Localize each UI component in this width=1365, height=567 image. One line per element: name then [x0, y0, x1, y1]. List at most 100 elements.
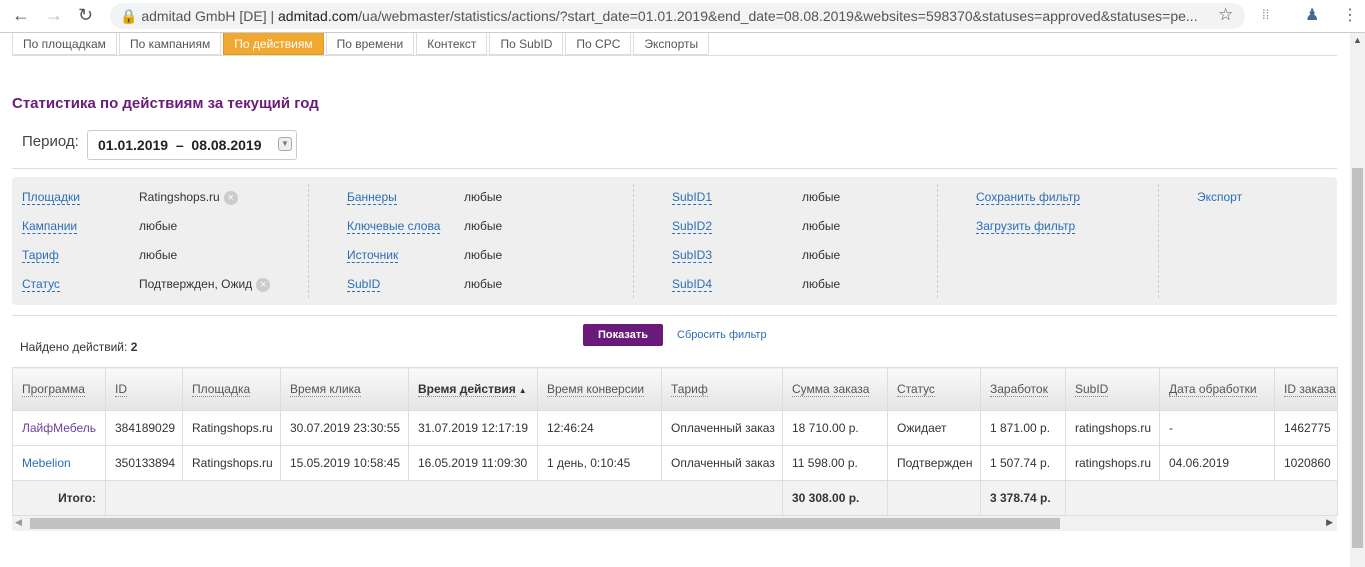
- column-header[interactable]: Сумма заказа: [782, 367, 888, 411]
- column-header-label: Программа: [22, 382, 85, 397]
- tab-4[interactable]: Контекст: [416, 33, 488, 55]
- divider: [633, 184, 634, 298]
- filter-col3-label[interactable]: SubID3: [672, 248, 713, 263]
- filter-value-text: любые: [139, 248, 178, 262]
- filter-col2-label[interactable]: SubID: [347, 277, 381, 292]
- tab-5[interactable]: По SubID: [489, 33, 564, 55]
- extension-icon[interactable]: ⁞⁞: [1262, 7, 1269, 22]
- column-header-label: ID заказа: [1284, 382, 1336, 397]
- table-cell: ratingshops.ru: [1065, 445, 1160, 481]
- filter-col3-label[interactable]: SubID1: [672, 190, 713, 205]
- table-cell: Ожидает: [887, 410, 981, 446]
- table-cell: 11 598.00 р.: [782, 445, 888, 481]
- total-order-sum: 30 308.00 р.: [782, 480, 888, 516]
- column-header[interactable]: Дата обработки: [1159, 367, 1275, 411]
- table-cell: 16.05.2019 11:09:30: [408, 445, 538, 481]
- column-header[interactable]: SubID: [1065, 367, 1160, 411]
- filter-col1-label[interactable]: Кампании: [22, 219, 78, 234]
- table-cell: 12:46:24: [537, 410, 662, 446]
- period-picker[interactable]: 01.01.2019 – 08.08.2019 ▼: [87, 130, 297, 160]
- clear-icon[interactable]: ×: [256, 277, 271, 292]
- scroll-left-icon[interactable]: ◀: [15, 517, 22, 528]
- reset-filter-link[interactable]: Сбросить фильтр: [677, 329, 767, 341]
- tab-3[interactable]: По времени: [325, 33, 415, 55]
- filter-value-text: любые: [464, 248, 503, 262]
- site-name: admitad GmbH [DE]: [141, 8, 267, 24]
- scroll-right-icon[interactable]: ▶: [1326, 517, 1333, 528]
- tab-2[interactable]: По действиям: [223, 33, 324, 55]
- url-host: admitad.com: [278, 8, 359, 24]
- filter-col2-label[interactable]: Источник: [347, 248, 399, 263]
- table-cell: Mebelion: [12, 445, 106, 481]
- save-filter-link[interactable]: Сохранить фильтр: [976, 190, 1081, 205]
- load-filter-link[interactable]: Загрузить фильтр: [976, 219, 1076, 234]
- program-link[interactable]: ЛайфМебель: [22, 421, 96, 435]
- period-value: 01.01.2019 – 08.08.2019: [98, 137, 262, 153]
- filter-col1-label[interactable]: Площадки: [22, 190, 80, 205]
- export-link[interactable]: Экспорт: [1197, 190, 1242, 204]
- table-row: ЛайфМебель 384189029 Ratingshops.ru 30.07.2…: [12, 410, 1338, 446]
- filter-col2-label[interactable]: Ключевые слова: [347, 219, 441, 234]
- filter-col3-label[interactable]: SubID4: [672, 277, 713, 292]
- sort-asc-icon: ▲: [518, 386, 527, 395]
- scrollbar-thumb[interactable]: [30, 518, 1060, 529]
- table-cell: Ratingshops.ru: [182, 410, 281, 446]
- column-header[interactable]: Время клика: [280, 367, 409, 411]
- table-cell: 1020860: [1274, 445, 1338, 481]
- column-header[interactable]: ID: [105, 367, 183, 411]
- column-header[interactable]: Время действия ▲: [408, 367, 538, 411]
- column-header[interactable]: Заработок: [980, 367, 1066, 411]
- column-header[interactable]: Тариф: [661, 367, 783, 411]
- filter-value-text: любые: [139, 219, 178, 233]
- filter-value: любые: [464, 277, 502, 291]
- vertical-scrollbar[interactable]: ▲: [1350, 33, 1365, 567]
- column-header-label: Заработок: [990, 382, 1048, 397]
- tab-6[interactable]: По CPC: [565, 33, 632, 55]
- browser-toolbar: ← → ↻ 🔒 admitad GmbH [DE] | admitad.com/…: [0, 0, 1365, 33]
- reload-icon[interactable]: ↻: [78, 5, 93, 26]
- filter-col2-label[interactable]: Баннеры: [347, 190, 397, 205]
- column-header[interactable]: Программа: [12, 367, 106, 411]
- forward-icon[interactable]: →: [45, 5, 63, 26]
- table-cell: 384189029: [105, 410, 183, 446]
- filter-col1-label[interactable]: Тариф: [22, 248, 59, 263]
- bookmark-star-icon[interactable]: ☆: [1218, 5, 1233, 25]
- table-cell: 04.06.2019: [1159, 445, 1275, 481]
- table-row: Mebelion 350133894 Ratingshops.ru 15.05.201…: [12, 445, 1338, 481]
- column-header[interactable]: Площадка: [182, 367, 281, 411]
- filter-value-text: любые: [802, 277, 841, 291]
- actions-table: Программа ID Площадка Время клика Время дейс…: [12, 367, 1338, 516]
- filter-value-text: Ratingshops.ru: [139, 190, 220, 204]
- tab-7[interactable]: Экспорты: [633, 33, 710, 55]
- scroll-up-icon[interactable]: ▲: [1353, 35, 1362, 45]
- filter-value-text: любые: [802, 248, 841, 262]
- filter-value-text: любые: [802, 219, 841, 233]
- tab-0[interactable]: По площадкам: [12, 33, 117, 55]
- table-cell: ЛайфМебель: [12, 410, 106, 446]
- address-bar[interactable]: 🔒 admitad GmbH [DE] | admitad.com/ua/web…: [110, 3, 1245, 29]
- horizontal-scrollbar[interactable]: ◀ ▶: [12, 516, 1337, 531]
- profile-avatar-icon[interactable]: ♟: [1305, 5, 1319, 25]
- menu-kebab-icon[interactable]: ⋮: [1342, 5, 1358, 25]
- scrollbar-thumb[interactable]: [1352, 168, 1363, 548]
- column-header[interactable]: ID заказа: [1274, 367, 1338, 411]
- column-header-label: Время клика: [290, 382, 361, 397]
- back-icon[interactable]: ←: [12, 5, 30, 26]
- column-header-label: Статус: [897, 382, 935, 397]
- column-header[interactable]: Статус: [887, 367, 981, 411]
- filter-value: Подтвержден, Ожид ×: [139, 277, 271, 292]
- show-button[interactable]: Показать: [583, 324, 663, 346]
- filter-value: любые: [139, 248, 177, 262]
- filter-value: любые: [802, 219, 840, 233]
- chevron-down-icon[interactable]: ▼: [278, 137, 292, 151]
- filter-value: любые: [464, 248, 502, 262]
- clear-icon[interactable]: ×: [223, 190, 238, 205]
- filter-value: любые: [802, 190, 840, 204]
- filter-col3-label[interactable]: SubID2: [672, 219, 713, 234]
- table-cell: 1 день, 0:10:45: [537, 445, 662, 481]
- page-title: Статистика по действиям за текущий год: [12, 95, 319, 112]
- tab-1[interactable]: По кампаниям: [118, 33, 222, 55]
- filter-col1-label[interactable]: Статус: [22, 277, 60, 292]
- column-header[interactable]: Время конверсии: [537, 367, 662, 411]
- program-link[interactable]: Mebelion: [22, 456, 71, 470]
